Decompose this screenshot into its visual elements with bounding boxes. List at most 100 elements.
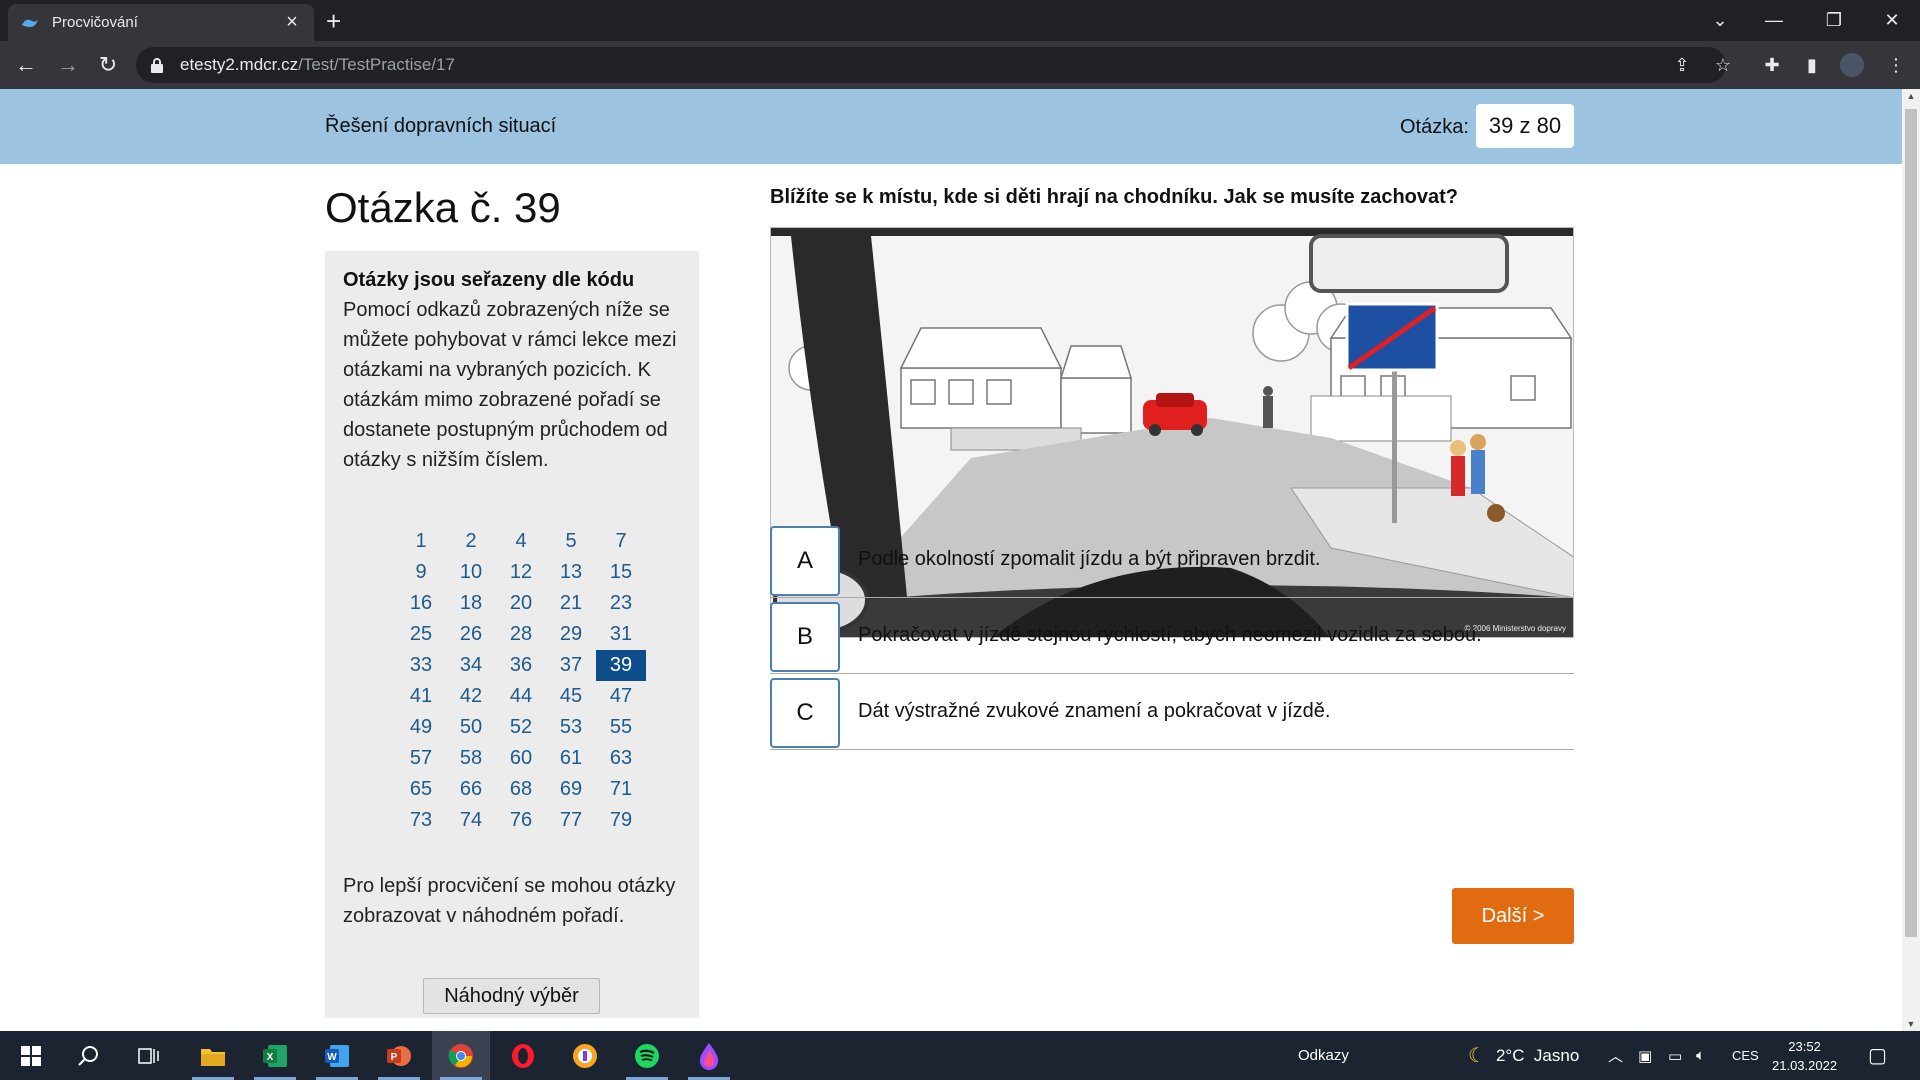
task-view-icon[interactable] (120, 1031, 178, 1080)
question-link-37[interactable]: 37 (546, 650, 596, 681)
spotify-icon[interactable] (618, 1031, 676, 1080)
tab-search-icon[interactable]: ⌄ (1692, 0, 1748, 41)
question-link-77[interactable]: 77 (546, 805, 596, 836)
notifications-icon[interactable]: ▢ (1868, 1031, 1887, 1080)
question-link-4[interactable]: 4 (496, 526, 546, 557)
random-selection-button[interactable]: Náhodný výběr (423, 978, 600, 1014)
question-link-65[interactable]: 65 (396, 774, 446, 805)
scroll-up-icon[interactable]: ▲ (1902, 91, 1920, 101)
question-link-2[interactable]: 2 (446, 526, 496, 557)
answer-text[interactable]: Pokračovat v jízdě stejnou rychlostí, ab… (858, 624, 1482, 647)
question-link-20[interactable]: 20 (496, 588, 546, 619)
question-link-71[interactable]: 71 (596, 774, 646, 805)
next-question-button[interactable]: Další > (1452, 888, 1574, 944)
share-icon[interactable]: ⇪ (1670, 53, 1694, 77)
answer-letter[interactable]: B (770, 602, 840, 672)
question-link-42[interactable]: 42 (446, 681, 496, 712)
word-icon[interactable]: W (308, 1031, 366, 1080)
question-link-49[interactable]: 49 (396, 712, 446, 743)
question-link-15[interactable]: 15 (596, 557, 646, 588)
question-link-26[interactable]: 26 (446, 619, 496, 650)
battery-icon[interactable]: ▭ (1668, 1031, 1682, 1080)
powerpoint-icon[interactable]: P (370, 1031, 428, 1080)
question-link-73[interactable]: 73 (396, 805, 446, 836)
question-link-45[interactable]: 45 (546, 681, 596, 712)
question-link-13[interactable]: 13 (546, 557, 596, 588)
question-link-66[interactable]: 66 (446, 774, 496, 805)
forward-icon[interactable]: → (52, 49, 84, 81)
question-link-41[interactable]: 41 (396, 681, 446, 712)
minimize-icon[interactable]: — (1746, 0, 1802, 41)
question-link-10[interactable]: 10 (446, 557, 496, 588)
question-link-16[interactable]: 16 (396, 588, 446, 619)
extensions-icon[interactable]: ✚ (1760, 53, 1784, 77)
answer-letter[interactable]: A (770, 526, 840, 596)
question-link-79[interactable]: 79 (596, 805, 646, 836)
side-panel-icon[interactable]: ▮ (1800, 53, 1824, 77)
search-icon[interactable] (60, 1031, 118, 1080)
start-icon[interactable] (2, 1031, 60, 1080)
language-indicator[interactable]: CES (1732, 1031, 1759, 1080)
reload-icon[interactable]: ↻ (92, 49, 124, 81)
weather-widget[interactable]: ☾ 2°C Jasno (1468, 1031, 1579, 1080)
question-link-33[interactable]: 33 (396, 650, 446, 681)
opera-icon[interactable] (494, 1031, 552, 1080)
question-link-18[interactable]: 18 (446, 588, 496, 619)
clock[interactable]: 23:52 21.03.2022 (1772, 1031, 1837, 1080)
brave-icon[interactable] (556, 1031, 614, 1080)
drop-app-icon[interactable] (680, 1031, 738, 1080)
show-hidden-icons-icon[interactable]: ︿ (1608, 1031, 1623, 1080)
question-link-52[interactable]: 52 (496, 712, 546, 743)
links-toolbar[interactable]: Odkazy (1298, 1031, 1349, 1080)
question-link-28[interactable]: 28 (496, 619, 546, 650)
question-link-7[interactable]: 7 (596, 526, 646, 557)
question-link-31[interactable]: 31 (596, 619, 646, 650)
question-link-34[interactable]: 34 (446, 650, 496, 681)
address-bar[interactable]: etesty2.mdcr.cz/Test/TestPractise/17 (136, 47, 1726, 83)
question-link-47[interactable]: 47 (596, 681, 646, 712)
answer-option-a[interactable]: A Podle okolností zpomalit jízdu a být p… (770, 524, 1574, 598)
question-link-39[interactable]: 39 (596, 650, 646, 681)
answer-option-c[interactable]: C Dát výstražné zvukové znamení a pokrač… (770, 676, 1574, 750)
file-explorer-icon[interactable] (184, 1031, 242, 1080)
question-link-76[interactable]: 76 (496, 805, 546, 836)
question-link-21[interactable]: 21 (546, 588, 596, 619)
restore-icon[interactable]: ❐ (1806, 0, 1862, 41)
question-link-36[interactable]: 36 (496, 650, 546, 681)
question-link-53[interactable]: 53 (546, 712, 596, 743)
question-link-68[interactable]: 68 (496, 774, 546, 805)
question-link-69[interactable]: 69 (546, 774, 596, 805)
question-link-60[interactable]: 60 (496, 743, 546, 774)
excel-icon[interactable]: X (246, 1031, 304, 1080)
question-link-63[interactable]: 63 (596, 743, 646, 774)
answer-text[interactable]: Dát výstražné zvukové znamení a pokračov… (858, 700, 1330, 723)
profile-avatar[interactable] (1840, 53, 1864, 77)
question-link-12[interactable]: 12 (496, 557, 546, 588)
question-link-55[interactable]: 55 (596, 712, 646, 743)
bookmark-star-icon[interactable]: ☆ (1711, 53, 1735, 77)
question-link-44[interactable]: 44 (496, 681, 546, 712)
scroll-down-icon[interactable]: ▼ (1902, 1019, 1920, 1029)
tab-close-icon[interactable]: × (282, 11, 302, 34)
question-link-61[interactable]: 61 (546, 743, 596, 774)
browser-tab[interactable]: Procvičování × (8, 4, 314, 41)
page-scrollbar[interactable]: ▲ ▼ (1902, 89, 1920, 1031)
answer-text[interactable]: Podle okolností zpomalit jízdu a být při… (858, 548, 1320, 571)
scrollbar-thumb[interactable] (1905, 109, 1917, 937)
new-tab-icon[interactable]: + (326, 8, 341, 34)
question-link-74[interactable]: 74 (446, 805, 496, 836)
question-link-25[interactable]: 25 (396, 619, 446, 650)
question-link-9[interactable]: 9 (396, 557, 446, 588)
answer-option-b[interactable]: B Pokračovat v jízdě stejnou rychlostí, … (770, 600, 1574, 674)
volume-icon[interactable]: 🔈︎ (1696, 1031, 1705, 1080)
close-window-icon[interactable]: ✕ (1864, 0, 1920, 41)
question-link-50[interactable]: 50 (446, 712, 496, 743)
back-icon[interactable]: ← (10, 49, 42, 81)
chrome-icon[interactable] (432, 1031, 490, 1080)
question-link-23[interactable]: 23 (596, 588, 646, 619)
network-icon[interactable]: ▣ (1638, 1031, 1652, 1080)
answer-letter[interactable]: C (770, 678, 840, 748)
menu-icon[interactable]: ⋮ (1884, 53, 1908, 77)
question-link-58[interactable]: 58 (446, 743, 496, 774)
question-link-1[interactable]: 1 (396, 526, 446, 557)
